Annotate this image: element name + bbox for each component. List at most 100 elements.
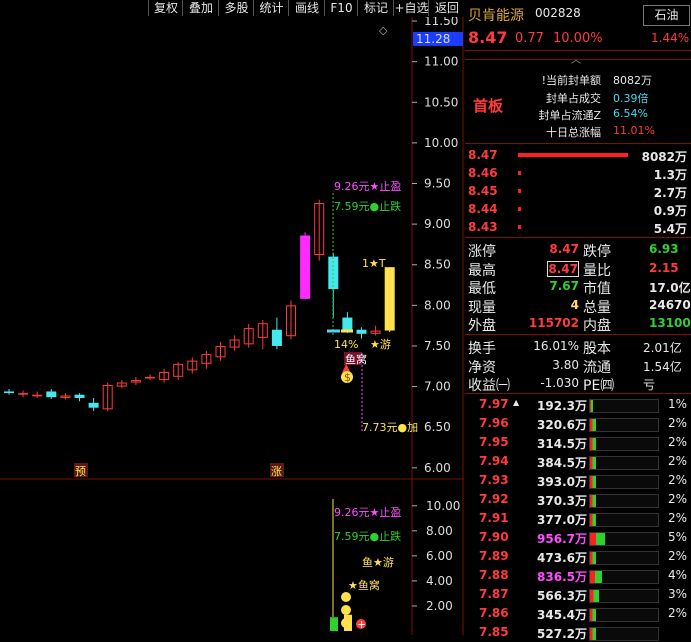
- toolbar-button[interactable]: 叠加: [182, 0, 219, 16]
- candle: [60, 393, 71, 400]
- stat2-label: 净资: [468, 359, 496, 376]
- price-tick-label: 6.00: [424, 461, 451, 475]
- sector-name[interactable]: 石油: [643, 5, 690, 26]
- level-price: 7.85: [479, 625, 509, 639]
- candle: [356, 327, 367, 339]
- bid-price: 8.47: [468, 148, 498, 162]
- level-price: 7.94: [479, 454, 509, 468]
- volume-tick-label: 2.00: [426, 599, 453, 613]
- toolbar-button[interactable]: 复权: [148, 0, 183, 16]
- seal-label: 封单占成交: [546, 92, 601, 105]
- level-volume: 527.2万: [537, 627, 587, 641]
- bid-bar: [518, 171, 521, 175]
- level-pct: 2%: [667, 606, 687, 620]
- chart-toolbar: 复权 叠加 多股 统计 画线 F10 标记 +自选 返回: [0, 0, 464, 17]
- candle: [314, 199, 325, 261]
- candle-body: [88, 402, 99, 408]
- toolbar-button[interactable]: 返回: [428, 0, 465, 16]
- level-bar-track: [589, 627, 659, 641]
- volume-tick-label: 10.00: [426, 499, 460, 513]
- level-bar-track: [589, 399, 659, 413]
- stat2-value: 2.01亿: [643, 341, 682, 355]
- up-arrow-icon: ▲: [513, 398, 520, 407]
- toolbar-button[interactable]: +自选: [393, 0, 429, 16]
- level-price: 7.88: [479, 568, 509, 582]
- bid-bar: [518, 207, 521, 211]
- stat-value: 8.47: [547, 260, 579, 277]
- bid-volume: 5.4万: [653, 222, 687, 236]
- sub-stop-profit-label: 9.26元★止盈: [334, 506, 401, 519]
- level-pct: 2%: [667, 549, 687, 563]
- level-bar-fill: [590, 476, 596, 488]
- stat-value: 246703: [649, 297, 691, 312]
- stat-label: 外盘: [468, 318, 496, 334]
- stat-value: 6.93: [649, 242, 679, 256]
- level-volume: 836.5万: [537, 570, 587, 584]
- quote-panel: 贝肯能源 002828 石油 8.47 0.77 10.00% 1.44% ︿ …: [465, 0, 691, 641]
- volume-bar: [330, 617, 338, 631]
- level-bar-fill: [590, 514, 596, 526]
- candle: [130, 376, 141, 385]
- candle-body: [18, 393, 29, 395]
- kline-chart[interactable]: 11.50 11.00 10.50 10.00 9.50 9.00 8.50 8.00 7.50…: [0, 17, 464, 635]
- level-volume: 956.7万: [537, 532, 587, 546]
- level-bar-track: [589, 437, 659, 451]
- candle: [4, 389, 14, 395]
- candle: [300, 232, 311, 299]
- level-price: 7.89: [479, 549, 509, 563]
- candle: [187, 357, 198, 374]
- candle: [201, 350, 212, 369]
- volume-tick-label: 4.00: [426, 574, 453, 588]
- plus-symbol: +: [357, 618, 366, 631]
- bid-volume: 8082万: [641, 150, 687, 164]
- stat2-value: -1.030: [540, 376, 579, 390]
- candle-body: [271, 329, 282, 346]
- bid-volume: 1.3万: [653, 168, 687, 182]
- marker-zhang: 涨: [271, 465, 282, 478]
- candle: [88, 397, 99, 411]
- stat-value: 2.15: [649, 260, 679, 275]
- sub-fish-swim-label: 鱼★游: [362, 555, 394, 569]
- candle: [215, 341, 226, 361]
- money-bag-symbol: $: [344, 371, 351, 384]
- level-price: 7.86: [479, 606, 509, 620]
- level-pct: 2%: [667, 416, 687, 430]
- stat2-label: 收益㈠: [468, 378, 510, 394]
- toolbar-button[interactable]: 统计: [253, 0, 289, 16]
- level-volume: 377.0万: [537, 513, 587, 527]
- level-pct: 1%: [667, 397, 687, 411]
- toolbar-button[interactable]: 多股: [218, 0, 254, 16]
- level-volume: 566.3万: [537, 589, 587, 603]
- toolbar-button[interactable]: 标记: [357, 0, 394, 16]
- money-bag-icon: [341, 618, 351, 628]
- candle-body: [4, 391, 14, 394]
- seal-value: 8082万: [613, 74, 652, 87]
- bid-price: 8.45: [468, 184, 498, 198]
- stat-value: 17.0亿: [649, 281, 691, 295]
- level-bar-track: [589, 570, 659, 584]
- level-volume: 384.5万: [537, 456, 587, 470]
- price-tick-label: 9.50: [424, 177, 451, 191]
- seal-label: 封单占流通Z: [538, 109, 601, 122]
- candle: [18, 390, 29, 398]
- seal-value: 6.54%: [613, 107, 648, 120]
- candle: [370, 325, 381, 336]
- stat-label: 内盘: [583, 318, 611, 334]
- candle: [46, 389, 57, 399]
- toolbar-button[interactable]: F10: [324, 0, 358, 16]
- board-label: 首板: [473, 97, 504, 115]
- stat-value: 4: [570, 297, 579, 312]
- level-pct: 3%: [667, 587, 687, 601]
- diamond-icon: ◇: [379, 24, 388, 37]
- toolbar-button[interactable]: 画线: [288, 0, 325, 16]
- candle: [159, 368, 170, 383]
- candle: [384, 267, 395, 333]
- price-tick-label: 7.00: [424, 380, 451, 394]
- current-price-tag-label: 11.28: [416, 32, 450, 46]
- stat-label: 量比: [583, 262, 611, 279]
- bid-volume: 0.9万: [653, 204, 687, 218]
- stock-name: 贝肯能源: [468, 8, 524, 24]
- level-bar-fill: [590, 552, 596, 564]
- price-tick-label: 7.50: [424, 339, 451, 353]
- seal-label: 十日总涨幅: [546, 126, 601, 139]
